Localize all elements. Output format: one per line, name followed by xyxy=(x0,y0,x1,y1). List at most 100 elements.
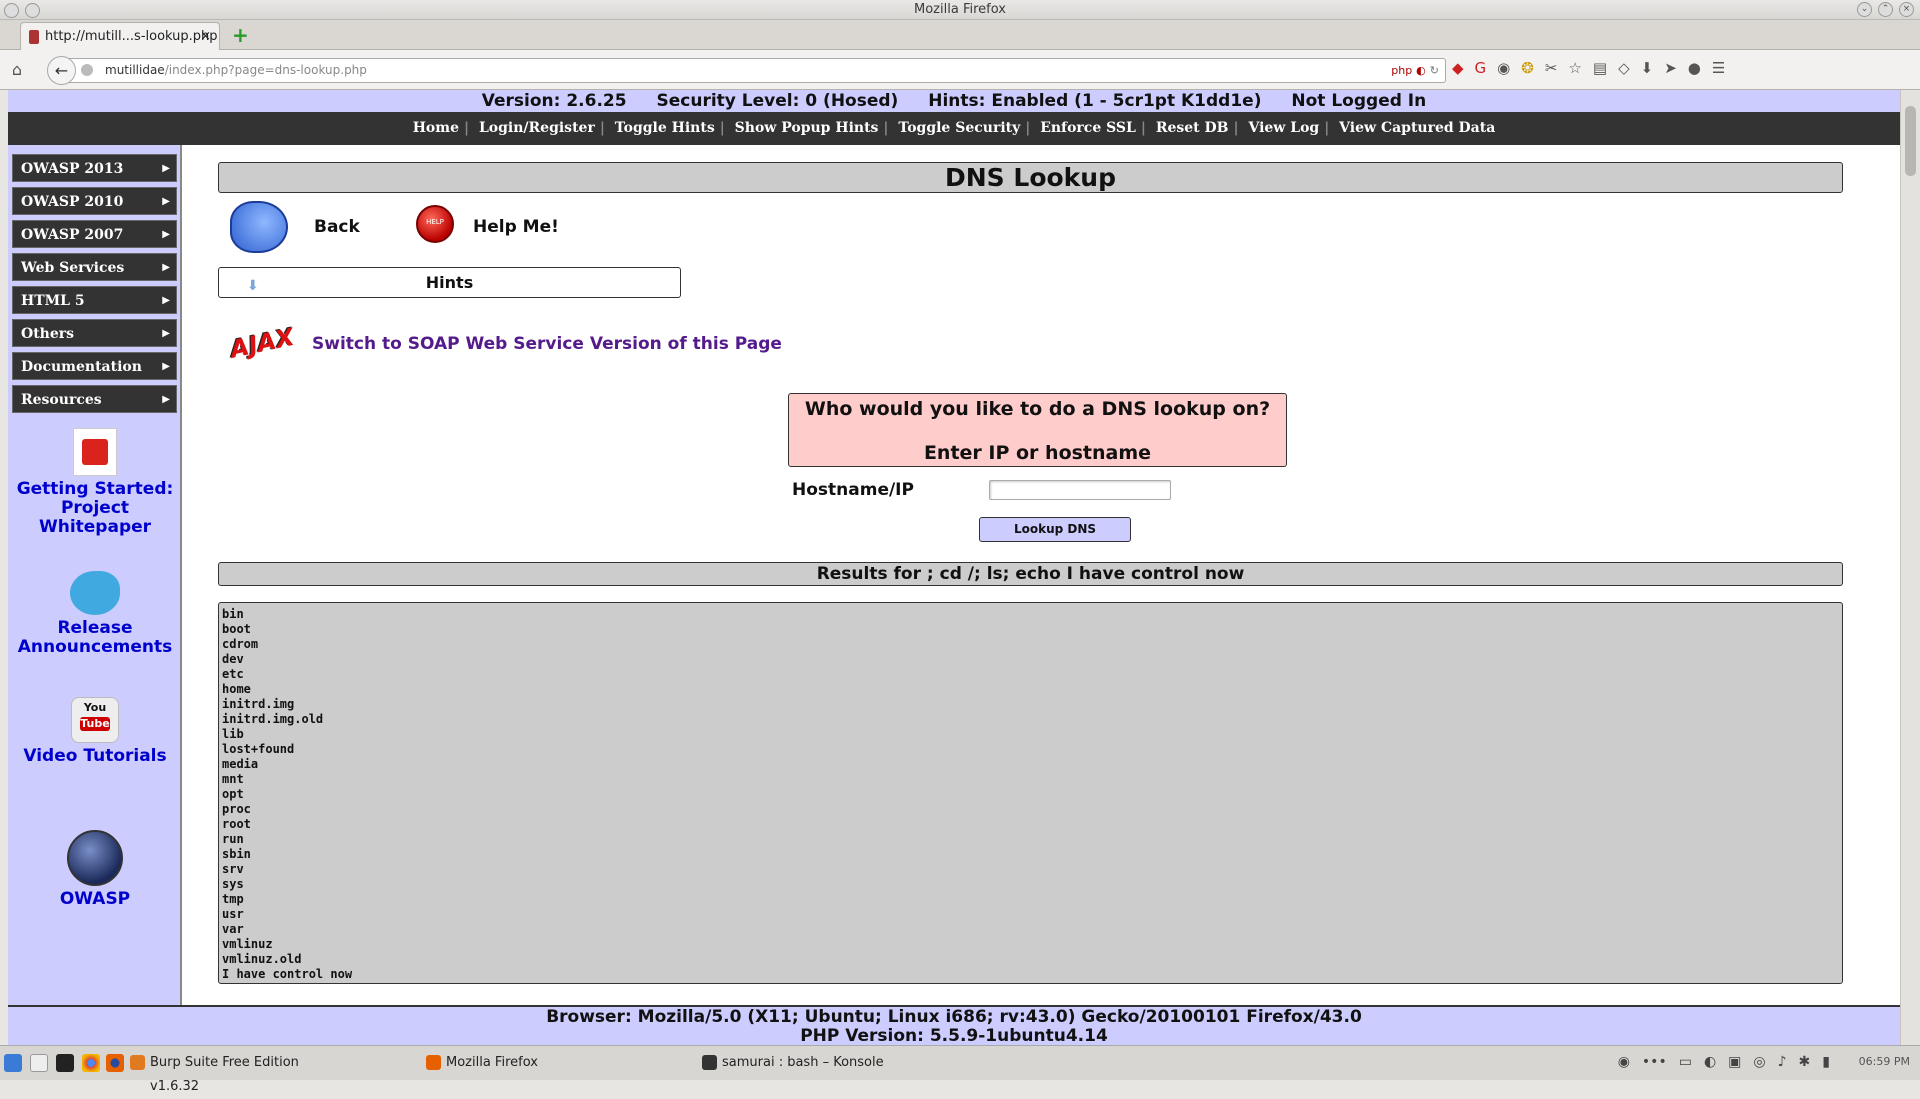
menu-home[interactable]: Home xyxy=(408,120,464,136)
scrollbar-thumb[interactable] xyxy=(1905,106,1916,176)
close-window-icon[interactable]: × xyxy=(1899,2,1914,17)
download-icon[interactable]: ⬇ xyxy=(1641,59,1654,77)
site-info-icon[interactable] xyxy=(81,64,93,76)
reading-list-icon[interactable]: ▤ xyxy=(1593,59,1607,77)
back-arrow-icon[interactable]: ← xyxy=(47,56,76,85)
volume-icon[interactable]: ♪ xyxy=(1778,1054,1787,1070)
cookie-icon[interactable]: ❂ xyxy=(1521,59,1534,77)
lookup-dns-button[interactable]: Lookup DNS xyxy=(979,517,1131,542)
menu-toggle-hints[interactable]: Toggle Hints xyxy=(610,120,720,136)
release-announcements-link[interactable]: Release Announcements xyxy=(8,571,182,657)
menu-enforce-ssl[interactable]: Enforce SSL xyxy=(1035,120,1141,136)
task-firefox[interactable]: Mozilla Firefox xyxy=(424,1051,694,1075)
sidebar-item-owasp-2007[interactable]: OWASP 2007 ▶ xyxy=(12,220,177,248)
tray-dots-icon[interactable]: ••• xyxy=(1642,1054,1667,1070)
sidebar-item-label: HTML 5 xyxy=(21,293,85,309)
new-tab-button[interactable]: + xyxy=(232,24,249,46)
firefox-launcher-icon[interactable] xyxy=(106,1054,124,1072)
menu-icon[interactable]: ☰ xyxy=(1712,59,1725,77)
login-status-text: Not Logged In xyxy=(1291,91,1427,111)
proxy-icon[interactable]: ◉ xyxy=(1497,59,1510,77)
taskbar: Burp Suite Free Edition v1.6.32 Mozilla … xyxy=(0,1045,1920,1094)
owasp-link[interactable]: OWASP xyxy=(8,830,182,909)
help-me-link[interactable]: Help Me! xyxy=(473,217,559,237)
results-output: bin boot cdrom dev etc home initrd.img i… xyxy=(218,602,1843,984)
minimize-icon[interactable]: ⌄ xyxy=(1857,2,1872,17)
hostname-input[interactable] xyxy=(989,480,1171,500)
window-pin-icon[interactable] xyxy=(25,3,40,18)
gm-icon[interactable]: G xyxy=(1475,59,1487,77)
clipboard-icon[interactable]: ▣ xyxy=(1728,1054,1741,1070)
tab-favicon-icon xyxy=(29,30,39,44)
tools-icon[interactable]: ✂ xyxy=(1545,59,1558,77)
menu-toggle-security[interactable]: Toggle Security xyxy=(893,120,1025,136)
result-line: tmp xyxy=(222,892,244,906)
security-level-text: Security Level: 0 (Hosed) xyxy=(656,91,899,111)
tray-app-icon[interactable]: ◉ xyxy=(1618,1054,1630,1070)
hints-label: Hints xyxy=(425,273,474,292)
task-konsole[interactable]: samurai : bash – Konsole xyxy=(700,1051,900,1075)
back-arrow-icon[interactable] xyxy=(230,201,288,253)
browser-tab[interactable]: http://mutill...s-lookup.php × xyxy=(20,22,220,50)
bluetooth-icon[interactable]: ✱ xyxy=(1799,1054,1811,1070)
sidebar-item-web-services[interactable]: Web Services ▶ xyxy=(12,253,177,281)
page-scrollbar[interactable] xyxy=(1900,90,1920,1045)
send-icon[interactable]: ➤ xyxy=(1664,59,1677,77)
tab-close-icon[interactable]: × xyxy=(200,23,211,51)
navigation-toolbar: ⌂ ← mutillidae/index.php?page=dns-lookup… xyxy=(0,50,1920,90)
task-burp-suite[interactable]: Burp Suite Free Edition v1.6.32 xyxy=(128,1051,338,1094)
sidebar-item-owasp-2013[interactable]: OWASP 2013 ▶ xyxy=(12,154,177,182)
menu-view-captured-data[interactable]: View Captured Data xyxy=(1334,120,1500,136)
sidebar-item-html5[interactable]: HTML 5 ▶ xyxy=(12,286,177,314)
menu-view-log[interactable]: View Log xyxy=(1243,120,1324,136)
text-editor-icon[interactable] xyxy=(30,1054,48,1072)
result-line: proc xyxy=(222,802,251,816)
video-tutorials-link[interactable]: You Tube Video Tutorials xyxy=(8,697,182,766)
url-host: mutillidae xyxy=(105,63,165,77)
top-menu: Home | Login/Register | Toggle Hints | Show… xyxy=(8,112,1900,145)
sidebar-item-documentation[interactable]: Documentation ▶ xyxy=(12,352,177,380)
result-line: lost+found xyxy=(222,742,295,756)
chevron-right-icon: ▶ xyxy=(162,328,170,339)
result-line: root xyxy=(222,817,251,831)
back-link[interactable]: Back xyxy=(314,217,360,237)
hints-toggle[interactable]: ⬇ Hints xyxy=(218,267,681,298)
sidebar-item-label: OWASP 2013 xyxy=(21,161,124,177)
bookmark-star-icon[interactable]: ☆ xyxy=(1568,59,1581,77)
pocket-icon[interactable]: ◇ xyxy=(1618,59,1630,77)
window-menu-icon[interactable] xyxy=(4,3,19,18)
sidebar-item-label: OWASP 2007 xyxy=(21,227,124,243)
sidebar-item-label: Documentation xyxy=(21,359,142,375)
url-bar[interactable]: ← mutillidae/index.php?page=dns-lookup.p… xyxy=(47,56,1446,85)
sidebar-item-resources[interactable]: Resources ▶ xyxy=(12,385,177,413)
extension-red-icon[interactable]: ◆ xyxy=(1452,59,1464,77)
result-line: boot xyxy=(222,622,251,636)
update-icon[interactable]: ◎ xyxy=(1753,1054,1765,1070)
php-extension-icon[interactable]: php xyxy=(1391,59,1412,82)
soap-version-link[interactable]: Switch to SOAP Web Service Version of th… xyxy=(312,334,782,354)
result-line: var xyxy=(222,922,244,936)
battery-icon[interactable]: ▮ xyxy=(1822,1054,1830,1070)
getting-started-link[interactable]: Getting Started: Project Whitepaper xyxy=(8,428,182,537)
hostname-label: Hostname/IP xyxy=(792,480,914,500)
menu-login-register[interactable]: Login/Register xyxy=(474,120,600,136)
menu-show-popup-hints[interactable]: Show Popup Hints xyxy=(730,120,884,136)
youtube-icon: You Tube xyxy=(71,697,119,743)
kde-menu-icon[interactable] xyxy=(4,1054,22,1072)
home-icon[interactable]: ⌂ xyxy=(6,59,28,81)
result-line: cdrom xyxy=(222,637,259,651)
result-line: home xyxy=(222,682,251,696)
help-button-icon[interactable]: HELP xyxy=(416,205,454,243)
terminal-icon[interactable] xyxy=(56,1054,74,1072)
menu-reset-db[interactable]: Reset DB xyxy=(1151,120,1234,136)
network-icon[interactable]: ▭ xyxy=(1679,1054,1692,1070)
tray-status-icon[interactable]: ◐ xyxy=(1704,1054,1716,1070)
chrome-icon[interactable] xyxy=(82,1054,100,1072)
chat-icon[interactable]: ● xyxy=(1688,59,1701,77)
extension-icon[interactable]: ◐ xyxy=(1416,59,1426,82)
sidebar-item-owasp-2010[interactable]: OWASP 2010 ▶ xyxy=(12,187,177,215)
sidebar-item-others[interactable]: Others ▶ xyxy=(12,319,177,347)
reload-icon[interactable]: ↻ xyxy=(1430,59,1439,82)
maximize-icon[interactable]: ⌃ xyxy=(1878,2,1893,17)
result-line: I have control now xyxy=(222,967,353,981)
